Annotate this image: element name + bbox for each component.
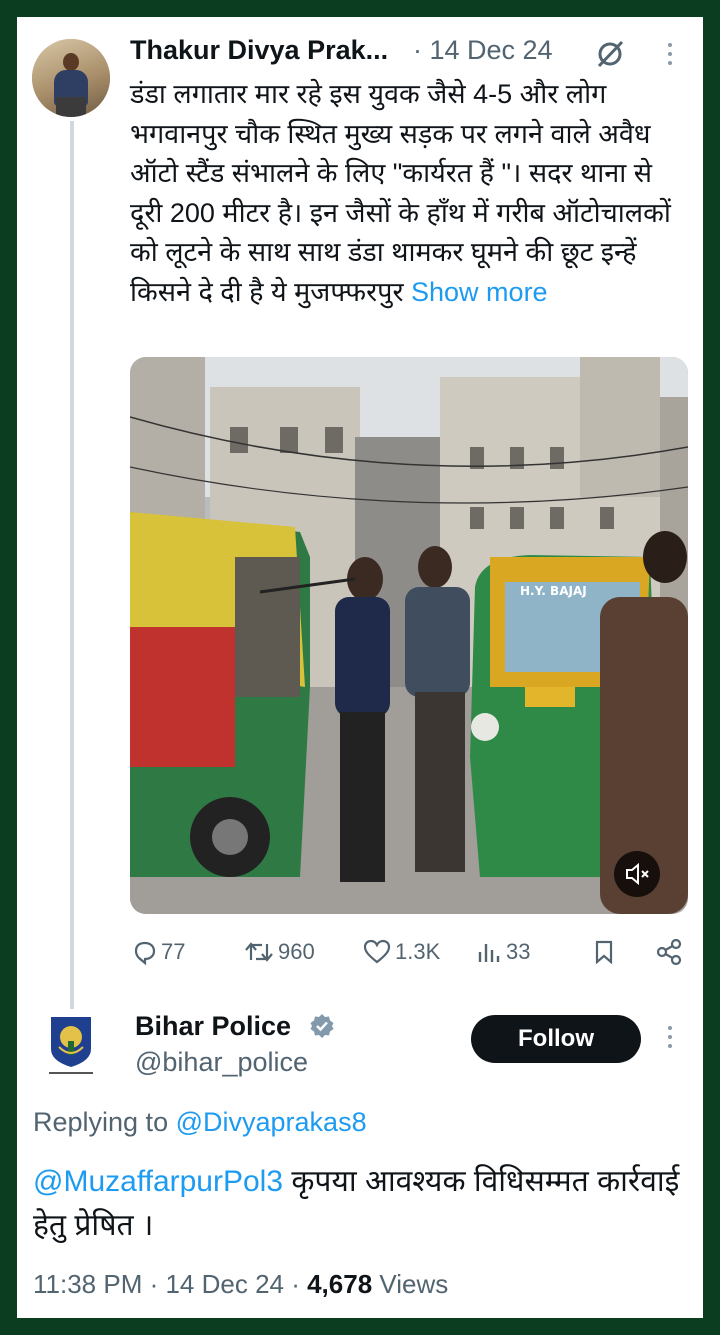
video-rickshaw-text: H.Y. BAJAJ xyxy=(520,584,587,598)
replying-to-handle[interactable]: @Divyaprakas8 xyxy=(176,1107,367,1137)
bookmark-icon xyxy=(595,940,613,965)
reply-mention[interactable]: @MuzaffarpurPol3 xyxy=(33,1165,283,1198)
tweet-video[interactable]: H.Y. BAJAJ xyxy=(130,357,688,914)
reply-count: 77 xyxy=(161,939,186,964)
reply-author-name[interactable]: Bihar Police xyxy=(135,1011,291,1042)
like-icon xyxy=(363,939,391,964)
grok-icon[interactable] xyxy=(593,37,627,71)
views-icon xyxy=(478,944,500,962)
reply-icon xyxy=(134,941,156,966)
views-count: 33 xyxy=(506,939,531,964)
share-icon xyxy=(656,938,682,966)
bookmark-button[interactable] xyxy=(590,932,621,972)
share-button[interactable] xyxy=(654,932,687,972)
retweet-button[interactable]: 960 xyxy=(243,932,315,972)
show-more-link[interactable]: Show more xyxy=(411,277,548,307)
more-icon[interactable] xyxy=(660,1022,680,1052)
video-frame: H.Y. BAJAJ xyxy=(130,357,688,914)
bihar-police-logo[interactable] xyxy=(47,1015,95,1079)
author-avatar[interactable] xyxy=(32,39,110,117)
more-icon[interactable] xyxy=(660,39,680,69)
reply-text: @MuzaffarpurPol3 कृपया आवश्यक विधिसम्मत … xyxy=(33,1160,693,1248)
replying-to-label: Replying to xyxy=(33,1107,169,1137)
mute-icon xyxy=(626,862,649,886)
tweet-body: डंडा लगातार मार रहे इस युवक जैसे 4-5 और … xyxy=(130,79,671,307)
tweet-card: Thakur Divya Prak... · 14 Dec 24 डंडा लग… xyxy=(17,17,703,1318)
mute-button[interactable] xyxy=(614,851,660,897)
replying-to: Replying to @Divyaprakas8 xyxy=(33,1107,367,1138)
like-count: 1.3K xyxy=(395,939,441,964)
tweet-date[interactable]: · 14 Dec 24 xyxy=(413,35,553,66)
reply-views-label: Views xyxy=(372,1269,449,1299)
verified-icon xyxy=(310,1014,334,1038)
retweet-count: 960 xyxy=(278,939,315,964)
views-button[interactable]: 33 xyxy=(475,932,530,972)
tweet-text: डंडा लगातार मार रहे इस युवक जैसे 4-5 और … xyxy=(130,75,690,313)
like-button[interactable]: 1.3K xyxy=(362,932,440,972)
tweet-actions: 77 960 1.3K 33 xyxy=(130,932,690,972)
author-name[interactable]: Thakur Divya Prak... xyxy=(130,35,388,66)
retweet-icon xyxy=(245,942,273,962)
reply-time[interactable]: 11:38 PM · 14 Dec 24 · xyxy=(33,1269,307,1299)
reply-views-count: 4,678 xyxy=(307,1269,373,1299)
follow-button[interactable]: Follow xyxy=(471,1015,641,1063)
reply-meta: 11:38 PM · 14 Dec 24 · 4,678 Views xyxy=(33,1269,448,1300)
reply-author-handle[interactable]: @bihar_police xyxy=(135,1047,308,1078)
thread-line xyxy=(70,121,74,1009)
reply-button[interactable]: 77 xyxy=(130,932,185,972)
